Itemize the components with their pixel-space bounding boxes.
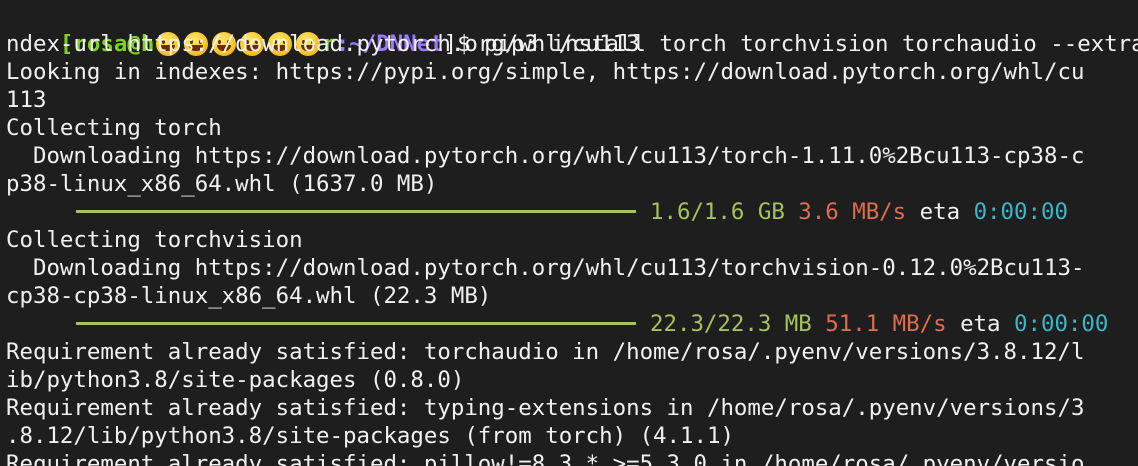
progress-row-torch: 1.6/1.6 GB 3.6 MB/s eta 0:00:00 (0, 198, 1138, 226)
output-line: p38-linux_x86_64.whl (1637.0 MB) (6, 171, 438, 197)
output-line: Collecting torch (6, 115, 222, 141)
download-size: 22.3/22.3 MB (650, 311, 812, 337)
output-line: Requirement already satisfied: pillow!=8… (6, 451, 1085, 466)
output-line: ib/python3.8/site-packages (0.8.0) (6, 367, 465, 393)
progress-row-torchvision: 22.3/22.3 MB 51.1 MB/s eta 0:00:00 (0, 310, 1138, 338)
progress-bar-torchvision (76, 322, 636, 325)
download-speed: 3.6 MB/s (798, 199, 907, 225)
output-line: 113 (6, 87, 47, 113)
download-speed: 51.1 MB/s (825, 311, 947, 337)
prompt-line: [rosa@h r:~/DNNet]$ pip3 install torch to… (6, 2, 1138, 57)
output-line: cp38-cp38-linux_x86_64.whl (22.3 MB) (6, 283, 492, 309)
output-line: Requirement already satisfied: torchaudi… (6, 339, 1085, 365)
eta-value: 0:00:00 (973, 199, 1068, 225)
output-line: Collecting torchvision (6, 227, 303, 253)
output-line: Downloading https://download.pytorch.org… (6, 255, 1085, 281)
eta-label: eta (960, 311, 1001, 337)
progress-text-torchvision: 22.3/22.3 MB 51.1 MB/s eta 0:00:00 (650, 310, 1108, 338)
terminal-window[interactable]: [rosa@h r:~/DNNet]$ pip3 install torch to… (0, 0, 1138, 466)
output-line: ndex-url https://download.pytorch.org/wh… (6, 31, 640, 57)
output-line: Looking in indexes: https://pypi.org/sim… (6, 59, 1085, 85)
progress-text-torch: 1.6/1.6 GB 3.6 MB/s eta 0:00:00 (650, 198, 1068, 226)
output-line: .8.12/lib/python3.8/site-packages (from … (6, 423, 734, 449)
eta-label: eta (919, 199, 961, 225)
download-size: 1.6/1.6 GB (650, 199, 785, 225)
progress-bar-torch (76, 210, 636, 213)
eta-value: 0:00:00 (1014, 311, 1109, 337)
output-line: Downloading https://download.pytorch.org… (6, 143, 1085, 169)
output-line: Requirement already satisfied: typing-ex… (6, 395, 1085, 421)
